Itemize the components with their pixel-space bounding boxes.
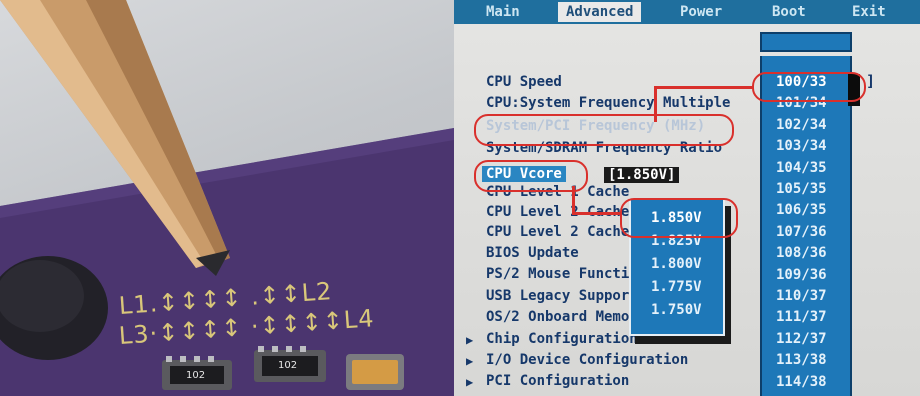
item-os2-memory[interactable]: OS/2 Onboard Memory [486,309,646,325]
chip-label-1: 102 [186,370,206,381]
menu-advanced[interactable]: Advanced [558,2,642,22]
speed-bracket: ] [866,72,876,90]
bios-screen: Main Advanced Power Boot Exit CPU Speed … [454,0,920,396]
menu-main[interactable]: Main [486,4,520,20]
item-cpu-speed[interactable]: CPU Speed [486,74,562,90]
item-bios-update[interactable]: BIOS Update [486,245,579,261]
submenu-arrow-icon: ▶ [466,354,474,368]
item-ps2-mouse[interactable]: PS/2 Mouse Function [486,266,646,282]
speed-list-header [760,32,852,52]
speed-option[interactable]: 103/34 [776,138,827,154]
highlight-cpu-speed [752,72,866,102]
highlight-pci-frequency [474,114,734,146]
item-usb-legacy[interactable]: USB Legacy Support [486,288,638,304]
motherboard-photo: L1.↕↕↕↕ .↕↕L2 L3·↕↕↕↕ ·↕↕↕↕L4 102 102 [0,0,454,396]
speed-option[interactable]: 106/35 [776,202,827,218]
chip-label-2: 102 [278,360,298,371]
item-cpu-multiple[interactable]: CPU:System Frequency Multiple [486,95,730,111]
highlight-connector [654,86,754,89]
highlight-cpu-vcore [474,160,588,192]
speed-option[interactable]: 102/34 [776,117,827,133]
speed-option[interactable]: 107/36 [776,224,827,240]
highlight-vcore-value [620,198,738,238]
speed-option[interactable]: 113/38 [776,352,827,368]
menu-power[interactable]: Power [680,4,722,20]
speed-option[interactable]: 111/37 [776,309,827,325]
menu-exit[interactable]: Exit [852,4,886,20]
highlight-connector [572,212,622,215]
vcore-value[interactable]: [1.850V] [604,167,680,183]
highlight-connector [572,186,575,214]
submenu-chip-config[interactable]: Chip Configuration [486,331,638,347]
speed-option[interactable]: 104/35 [776,160,827,176]
voltage-option[interactable]: 1.775V [651,279,702,295]
speed-option[interactable]: 114/38 [776,374,827,390]
submenu-arrow-icon: ▶ [466,333,474,347]
bios-menubar: Main Advanced Power Boot Exit [454,0,920,24]
speed-option[interactable]: 105/35 [776,181,827,197]
submenu-arrow-icon: ▶ [466,375,474,389]
speed-option[interactable]: 110/37 [776,288,827,304]
submenu-io-config[interactable]: I/O Device Configuration [486,352,688,368]
menu-boot[interactable]: Boot [772,4,806,20]
speed-option[interactable]: 109/36 [776,267,827,283]
voltage-option[interactable]: 1.800V [651,256,702,272]
submenu-pci-config[interactable]: PCI Configuration [486,373,629,389]
cpu-speed-list[interactable]: 100/33 101/34 102/34 103/34 104/35 105/35 106/… [760,56,852,396]
speed-option[interactable]: 108/36 [776,245,827,261]
speed-option[interactable]: 112/37 [776,331,827,347]
voltage-option[interactable]: 1.750V [651,302,702,318]
